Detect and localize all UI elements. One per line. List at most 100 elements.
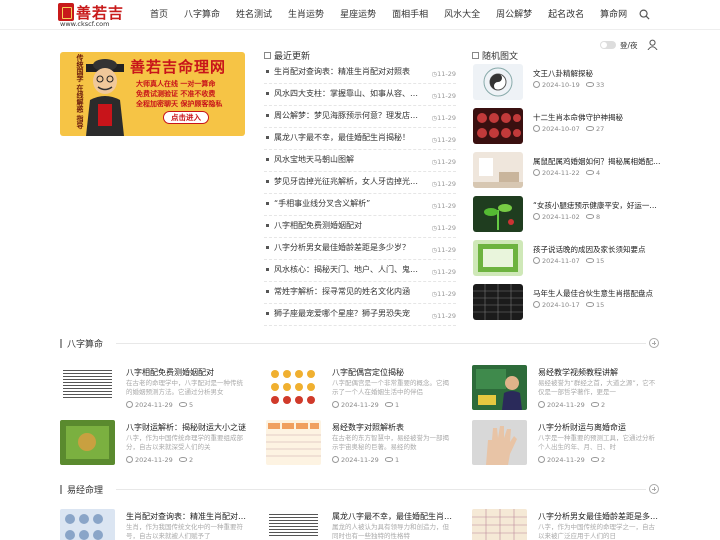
random-item-meta: 2024-11-02 8	[533, 213, 600, 221]
latest-item[interactable]: 生肖配对查询表：精准生肖配对对照表 ◷11-29	[264, 62, 456, 84]
promo-banner[interactable]: 传统国学 在线解惑 指导 善若吉命理网 大师真人在线 一对一算命 免费试测验证 …	[60, 52, 245, 136]
random-item-title[interactable]: 马年生人最佳合伙生意生肖搭配盘点	[533, 288, 661, 299]
random-item-title[interactable]: 孩子说话晚的成因及家长须知要点	[533, 244, 661, 255]
article-card[interactable]: 八字相配免费测婚姻配对 在古老的命理学中，八字配对是一种传统的婚姻预测方法。它通…	[60, 365, 250, 413]
card-title[interactable]: 八字相配免费测婚姻配对	[126, 367, 250, 378]
card-title[interactable]: 生肖配对查询表：精准生肖配对对照表	[126, 511, 250, 522]
latest-item-title[interactable]: 风水四大支柱：掌握靠山、如事从容、人际关系	[274, 88, 419, 99]
doc-thumbnail	[60, 365, 115, 410]
bazi-title[interactable]: 八字算命	[67, 337, 103, 350]
article-card[interactable]: 八字配偶宫定位揭秘 八字配偶宫是一个非常重要的概念。它揭示了一个人在婚姻生活中的…	[266, 365, 456, 413]
nav-item-dream[interactable]: 周公解梦	[488, 0, 540, 30]
room-thumbnail	[473, 152, 523, 188]
article-card[interactable]: 八字分析男女最佳婚龄差距是多少岁？ 八字，作为中国传统的命理学之一，自古以来被广…	[472, 509, 662, 540]
latest-item[interactable]: 风水宝地天马朝山图解 ◷11-29	[264, 150, 456, 172]
card-title[interactable]: 八字财运解析：揭秘财运大小之谜	[126, 422, 250, 433]
latest-item-title[interactable]: 八字相配免费测婚姻配对	[274, 220, 419, 231]
random-item-title[interactable]: 文王八卦精解探秘	[533, 68, 661, 79]
random-item-title[interactable]: 十二生肖本命佛守护神揭秘	[533, 112, 661, 123]
eye-icon	[590, 457, 599, 462]
random-item[interactable]: 文王八卦精解探秘 2024-10-19 33	[472, 64, 662, 108]
latest-item[interactable]: 属龙八字最不幸，最佳婚配生肖揭秘！ ◷11-29	[264, 128, 456, 150]
random-item[interactable]: 十二生肖本命佛守护神揭秘 2024-10-07 27	[472, 108, 662, 152]
yijing-header: 易经命理	[60, 483, 103, 496]
article-card[interactable]: 易经教学视频教程讲解 易经被誉为“群经之首，大道之源”，它不仅是一部哲学著作，更…	[472, 365, 662, 413]
nav-item-fengshui[interactable]: 风水大全	[436, 0, 488, 30]
card-excerpt: 生肖，作为我国传统文化中的一种重要符号，自古以来就被人们赋予了	[126, 523, 243, 540]
card-excerpt: 八字配偶宫是一个非常重要的概念。它揭示了一个人在婚姻生活中的伴侣	[332, 379, 449, 396]
card-title[interactable]: 属龙八字最不幸，最佳婚配生肖揭秘！	[332, 511, 456, 522]
latest-item[interactable]: 梦见牙齿掉光征兆解析，女人牙齿掉光周公解梦 ◷11-29	[264, 172, 456, 194]
more-plus-icon[interactable]	[649, 338, 659, 348]
article-card[interactable]: 八字分析财运与离婚命运 八字是一种重要的预测工具，它通过分析个人出生的年、月、日…	[472, 420, 662, 468]
card-meta: 2024-11-29 2	[538, 456, 605, 464]
main-nav: 首页 八字算命 姓名测试 生肖运势 星座运势 面相手相 风水大全 周公解梦 起名…	[142, 0, 635, 30]
bullet-icon	[266, 312, 269, 315]
user-icon[interactable]	[647, 39, 658, 50]
clock-icon	[538, 401, 545, 408]
site-logo[interactable]: 善若吉 www.ckscf.com	[58, 3, 128, 28]
nav-item-naming[interactable]: 起名改名	[540, 0, 592, 30]
random-item-title[interactable]: 属鼠配属鸡婚姻如何？揭秘属相婚配秘诀	[533, 156, 661, 167]
teacher-thumbnail	[472, 365, 527, 410]
random-item[interactable]: “女孩小腿痣预示健康平安，好运一生相伴” 2024-11-02 8	[472, 196, 662, 240]
clock-icon	[533, 213, 540, 220]
card-title[interactable]: 八字配偶宫定位揭秘	[332, 367, 456, 378]
nav-item-zodiac[interactable]: 生肖运势	[280, 0, 332, 30]
latest-item-title[interactable]: 生肖配对查询表：精准生肖配对对照表	[274, 66, 419, 77]
banner-line-3: 全程加密聊天 保护顾客隐私	[136, 100, 223, 108]
card-title[interactable]: 易经数字对照解析表	[332, 422, 456, 433]
latest-item[interactable]: 八字相配免费测婚姻配对 ◷11-29	[264, 216, 456, 238]
random-item[interactable]: 马年生人最佳合伙生意生肖搭配盘点 2024-10-17 15	[472, 284, 662, 328]
card-title[interactable]: 八字分析财运与离婚命运	[538, 422, 662, 433]
random-item[interactable]: 属鼠配属鸡婚姻如何？揭秘属相婚配秘诀 2024-11-22 4	[472, 152, 662, 196]
latest-item[interactable]: 风水核心：揭秘天门、地户、人门、鬼门的方位 ◷11-29	[264, 260, 456, 282]
article-card[interactable]: 生肖配对查询表：精准生肖配对对照表 生肖，作为我国传统文化中的一种重要符号，自古…	[60, 509, 250, 540]
latest-item-title[interactable]: 风水核心：揭秘天门、地户、人门、鬼门的方位	[274, 264, 419, 275]
latest-item[interactable]: 狮子座最宠爱哪个星座？狮子男恐失宠 ◷11-29	[264, 304, 456, 326]
nav-item-constellation[interactable]: 星座运势	[332, 0, 384, 30]
nav-item-name-test[interactable]: 姓名测试	[228, 0, 280, 30]
logo-seal-icon	[58, 3, 74, 21]
banner-enter-button[interactable]: 点击进入	[163, 111, 209, 124]
card-title[interactable]: 八字分析男女最佳婚龄差距是多少岁？	[538, 511, 662, 522]
eye-icon	[585, 126, 594, 131]
card-meta: 2024-11-29 5	[126, 401, 193, 409]
latest-item-title[interactable]: 周公解梦：梦见海豚预示何意？理发店理发	[274, 110, 419, 121]
latest-item[interactable]: 八字分析男女最佳婚龄差距是多少岁？ ◷11-29	[264, 238, 456, 260]
nav-item-suanming[interactable]: 算命网	[592, 0, 635, 30]
random-item-meta: 2024-10-17 15	[533, 301, 604, 309]
article-card[interactable]: 八字财运解析：揭秘财运大小之谜 八字，作为中国传统命理学的重要组成部分，自古以来…	[60, 420, 250, 468]
search-icon[interactable]	[639, 9, 650, 20]
latest-item-title[interactable]: 风水宝地天马朝山图解	[274, 154, 419, 165]
section-bar-icon	[60, 484, 62, 494]
latest-item[interactable]: “手相事业线分叉含义解析” ◷11-29	[264, 194, 456, 216]
latest-item-title[interactable]: 梦见牙齿掉光征兆解析，女人牙齿掉光周公解梦	[274, 176, 419, 187]
random-item-title[interactable]: “女孩小腿痣预示健康平安，好运一生相伴”	[533, 200, 661, 211]
latest-item[interactable]: 周公解梦：梦见海豚预示何意？理发店理发 ◷11-29	[264, 106, 456, 128]
random-item[interactable]: 孩子说话晚的成因及家长须知要点 2024-11-07 15	[472, 240, 662, 284]
eye-icon	[590, 402, 599, 407]
latest-item-date: ◷11-29	[431, 136, 456, 144]
yijing-title[interactable]: 易经命理	[67, 483, 103, 496]
card-title[interactable]: 易经教学视频教程讲解	[538, 367, 662, 378]
nav-item-palmistry[interactable]: 面相手相	[384, 0, 436, 30]
eye-icon	[384, 457, 393, 462]
latest-item-title[interactable]: 常姓字解析：探寻常见的姓名文化内涵	[274, 286, 419, 297]
bullet-icon	[266, 114, 269, 117]
article-card[interactable]: 属龙八字最不幸，最佳婚配生肖揭秘！ 属龙的人被认为具有领导力和创造力，但同时也有…	[266, 509, 456, 540]
nav-item-bazi[interactable]: 八字算命	[176, 0, 228, 30]
latest-item-title[interactable]: 属龙八字最不幸，最佳婚配生肖揭秘！	[274, 132, 419, 143]
nav-item-home[interactable]: 首页	[142, 0, 176, 30]
section-bar-icon	[60, 338, 62, 348]
latest-item-title[interactable]: 狮子座最宠爱哪个星座？狮子男恐失宠	[274, 308, 419, 319]
more-plus-icon[interactable]	[649, 484, 659, 494]
latest-item-title[interactable]: 八字分析男女最佳婚龄差距是多少岁？	[274, 242, 419, 253]
eye-icon	[178, 402, 187, 407]
latest-item[interactable]: 常姓字解析：探寻常见的姓名文化内涵 ◷11-29	[264, 282, 456, 304]
latest-item-title[interactable]: “手相事业线分叉含义解析”	[274, 198, 419, 209]
day-night-toggle[interactable]	[600, 41, 616, 49]
table-thumbnail	[266, 420, 321, 465]
latest-item[interactable]: 风水四大支柱：掌握靠山、如事从容、人际关系 ◷11-29	[264, 84, 456, 106]
article-card[interactable]: 易经数字对照解析表 在古老的东方智慧中，易经被誉为一部揭示宇宙奥秘的巨著。易经的…	[266, 420, 456, 468]
